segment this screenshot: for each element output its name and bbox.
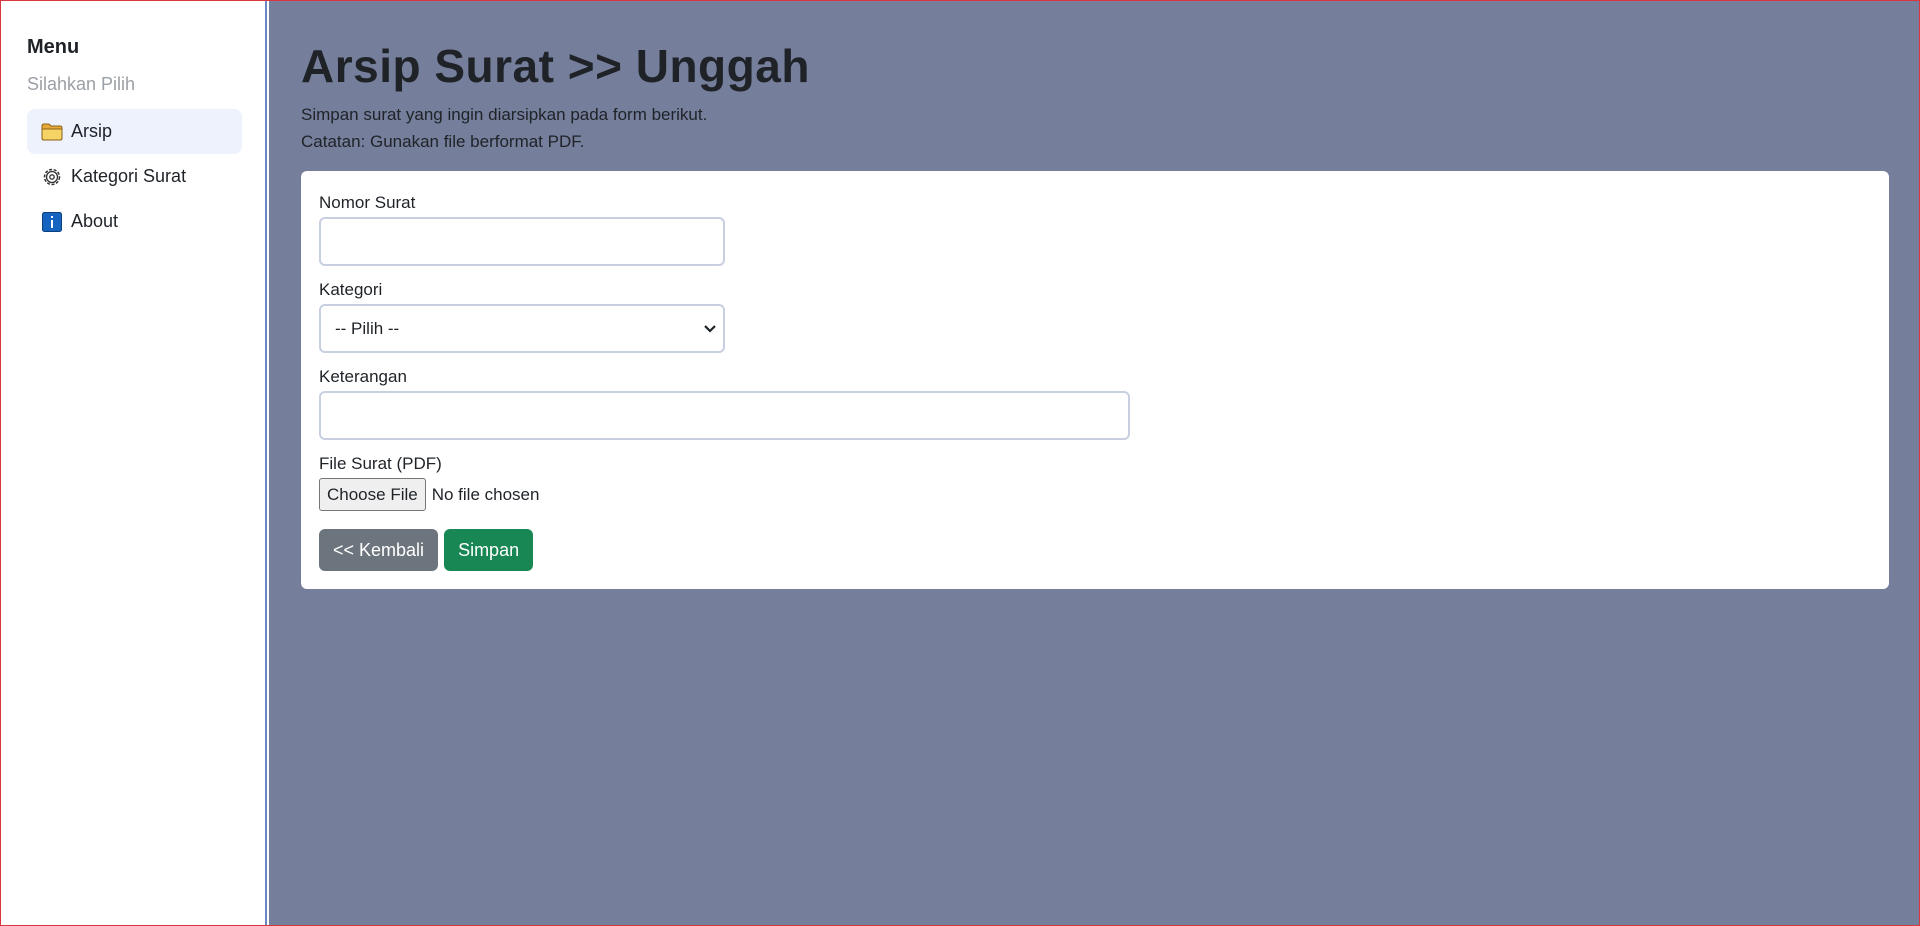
file-surat-group: File Surat (PDF) Choose File No file cho…: [319, 452, 1871, 511]
nomor-surat-input[interactable]: [319, 217, 725, 266]
back-button[interactable]: << Kembali: [319, 529, 439, 571]
nomor-surat-group: Nomor Surat: [319, 191, 1871, 266]
note-line: Catatan: Gunakan file berformat PDF.: [301, 132, 585, 151]
keterangan-group: Keterangan: [319, 365, 1871, 440]
description-line: Simpan surat yang ingin diarsipkan pada …: [301, 105, 708, 124]
sidebar-item-about[interactable]: About: [27, 199, 242, 244]
sidebar-item-label: About: [71, 211, 119, 231]
sidebar-title: Menu: [27, 36, 80, 58]
keterangan-label: Keterangan: [319, 367, 407, 386]
main-content: Arsip Surat >> Unggah Simpan surat yang …: [269, 1, 1919, 925]
gear-icon: [41, 166, 63, 188]
sidebar-nav: Arsip Kategori Surat About: [27, 109, 242, 244]
info-icon: [41, 211, 63, 233]
keterangan-input[interactable]: [319, 391, 1130, 440]
sidebar-subtitle: Silahkan Pilih: [27, 74, 136, 94]
nomor-surat-label: Nomor Surat: [319, 193, 416, 212]
sidebar-item-label: Arsip: [71, 121, 113, 141]
sidebar-item-arsip[interactable]: Arsip: [27, 109, 242, 154]
sidebar-item-kategori-surat[interactable]: Kategori Surat: [27, 154, 242, 199]
form-actions: << Kembali Simpan: [319, 529, 1871, 571]
save-button[interactable]: Simpan: [444, 529, 534, 571]
upload-form-card: Nomor Surat Kategori -- Pilih -- Keteran…: [301, 171, 1889, 589]
kategori-group: Kategori -- Pilih --: [319, 278, 1871, 353]
file-status: No file chosen: [431, 484, 540, 504]
choose-file-button[interactable]: Choose File: [319, 478, 426, 511]
file-input: Choose File No file chosen: [319, 478, 1871, 511]
kategori-selected-value: -- Pilih --: [335, 318, 400, 338]
folder-icon: [41, 121, 63, 143]
kategori-label: Kategori: [319, 280, 383, 299]
page-title: Arsip Surat >> Unggah: [301, 40, 810, 92]
sidebar: Menu Silahkan Pilih Arsip Kategori Surat: [1, 1, 267, 925]
file-surat-label: File Surat (PDF): [319, 454, 442, 473]
page-description: Simpan surat yang ingin diarsipkan pada …: [301, 101, 707, 155]
chevron-down-icon: [703, 319, 717, 339]
kategori-select[interactable]: -- Pilih --: [319, 304, 725, 353]
sidebar-item-label: Kategori Surat: [71, 166, 187, 186]
